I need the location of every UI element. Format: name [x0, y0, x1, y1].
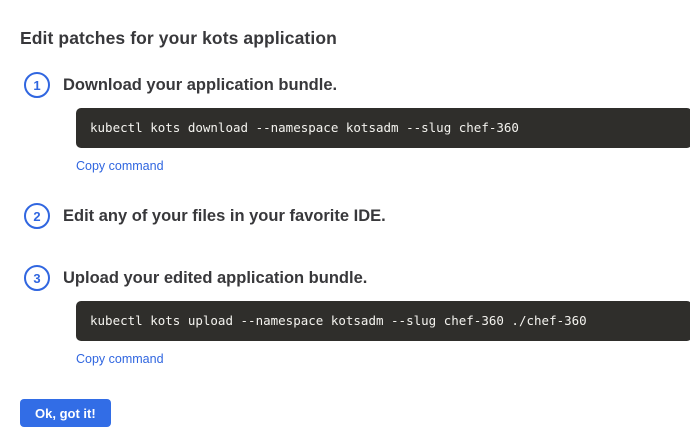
upload-command-code-block: kubectl kots upload --namespace kotsadm …: [76, 301, 690, 341]
step-2-title: Edit any of your files in your favorite …: [63, 207, 386, 226]
step-3-title: Upload your edited application bundle.: [63, 269, 367, 288]
step-upload-header: 3 Upload your edited application bundle.: [24, 265, 672, 291]
step-edit-header: 2 Edit any of your files in your favorit…: [24, 203, 672, 229]
download-command-code-block: kubectl kots download --namespace kotsad…: [76, 108, 690, 148]
step-download-body: kubectl kots download --namespace kotsad…: [76, 108, 672, 175]
page-title: Edit patches for your kots application: [20, 28, 672, 49]
step-2-number-badge: 2: [24, 203, 50, 229]
copy-download-command-link[interactable]: Copy command: [76, 159, 164, 173]
copy-upload-command-link[interactable]: Copy command: [76, 352, 164, 366]
ok-got-it-button[interactable]: Ok, got it!: [20, 399, 111, 427]
step-download: 1 Download your application bundle. kube…: [24, 72, 672, 175]
step-1-title: Download your application bundle.: [63, 76, 337, 95]
step-edit: 2 Edit any of your files in your favorit…: [24, 203, 672, 229]
step-download-header: 1 Download your application bundle.: [24, 72, 672, 98]
step-3-number-badge: 3: [24, 265, 50, 291]
edit-patches-modal: Edit patches for your kots application 1…: [0, 0, 690, 427]
step-upload-body: kubectl kots upload --namespace kotsadm …: [76, 301, 672, 368]
step-upload: 3 Upload your edited application bundle.…: [24, 265, 672, 368]
modal-footer: Ok, got it!: [20, 399, 672, 427]
step-1-number-badge: 1: [24, 72, 50, 98]
